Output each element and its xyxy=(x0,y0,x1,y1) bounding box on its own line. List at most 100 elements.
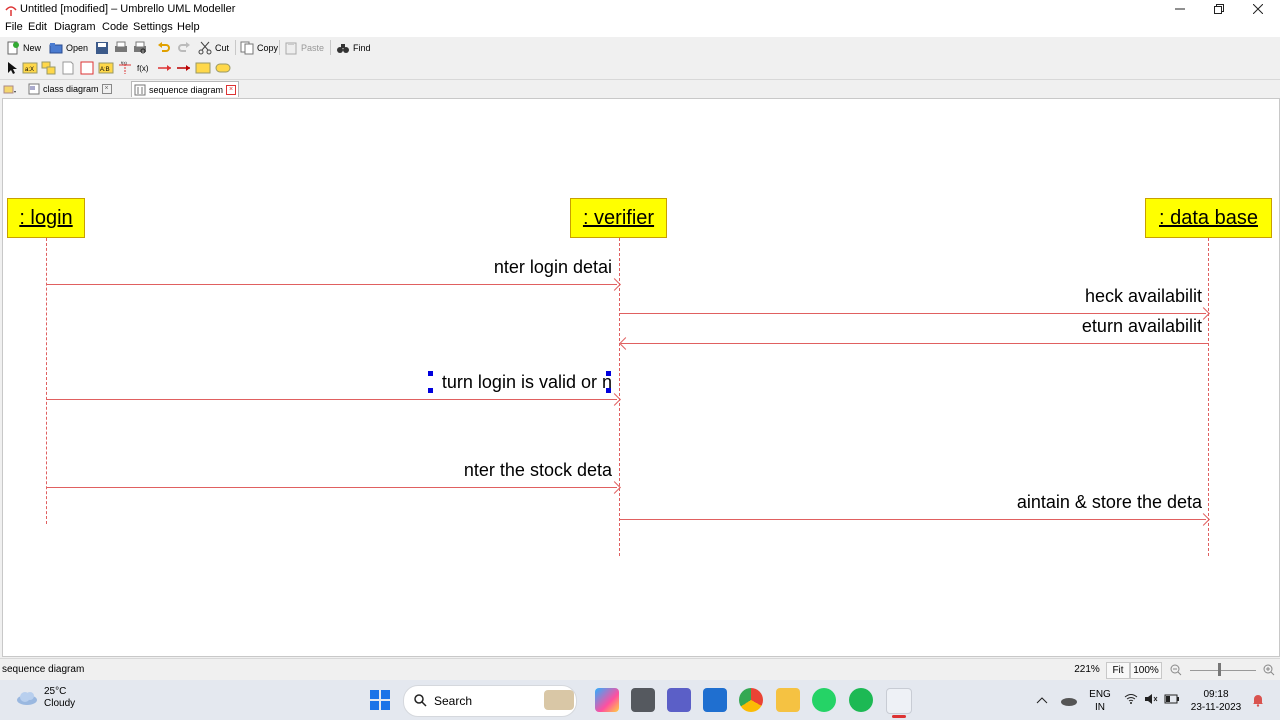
print-preview-icon[interactable] xyxy=(133,41,147,55)
new-tab-icon[interactable] xyxy=(3,83,17,95)
menu-help[interactable]: Help xyxy=(177,21,200,33)
tab-sequence-diagram[interactable]: sequence diagram × xyxy=(131,81,240,97)
message-label[interactable]: nter the stock deta xyxy=(443,460,612,481)
note-tool-icon[interactable] xyxy=(60,61,76,75)
paste-button[interactable]: Paste xyxy=(284,39,324,56)
weather-widget[interactable]: 25°C Cloudy xyxy=(16,686,75,710)
menu-edit[interactable]: Edit xyxy=(28,21,47,33)
comment-tool-icon[interactable] xyxy=(195,61,211,75)
microsoft-store-icon[interactable] xyxy=(703,688,727,712)
paste-label: Paste xyxy=(301,42,325,53)
message-line[interactable] xyxy=(46,284,617,285)
lifeline-login[interactable] xyxy=(46,238,47,524)
task-view-icon[interactable] xyxy=(631,688,655,712)
restore-icon xyxy=(1214,4,1224,14)
redo-icon[interactable] xyxy=(177,41,191,55)
actor-tool-icon[interactable] xyxy=(41,61,57,75)
new-file-icon xyxy=(7,41,19,54)
svg-text:f(x): f(x) xyxy=(121,61,127,65)
object-name: : data base xyxy=(1159,206,1258,229)
restore-button[interactable] xyxy=(1200,0,1238,20)
whatsapp-icon[interactable] xyxy=(812,688,836,712)
zoom-out-icon[interactable] xyxy=(1170,664,1182,676)
message-label[interactable]: nter login detai xyxy=(441,257,612,278)
function-tool-icon[interactable]: f(x) xyxy=(137,61,153,75)
weather-temperature: 25°C xyxy=(44,686,67,697)
message-label[interactable]: eturn availabilit xyxy=(1043,316,1202,337)
message-line[interactable] xyxy=(621,343,1208,344)
object-name: : verifier xyxy=(582,206,655,229)
selection-handle[interactable] xyxy=(428,388,433,393)
state-tool-icon[interactable] xyxy=(215,61,231,75)
message-label-selected[interactable]: turn login is valid or n xyxy=(427,372,612,393)
close-tab-icon[interactable]: × xyxy=(101,83,112,94)
copy-button[interactable]: Copy xyxy=(240,39,278,56)
message-line[interactable] xyxy=(46,399,617,400)
menu-code[interactable]: Code xyxy=(102,21,128,33)
menu-diagram[interactable]: Diagram xyxy=(54,21,96,33)
diagram-canvas[interactable]: : login : verifier : data base nter logi… xyxy=(2,98,1280,657)
language-indicator[interactable]: ENG IN xyxy=(1088,688,1112,714)
message-line[interactable] xyxy=(46,487,617,488)
minimize-icon xyxy=(1175,8,1185,10)
object-tool-icon[interactable]: a:X xyxy=(22,61,38,75)
selection-handle[interactable] xyxy=(606,371,611,376)
close-tab-icon[interactable]: × xyxy=(226,84,237,95)
selection-handle[interactable] xyxy=(428,371,433,376)
onedrive-cloud-icon[interactable] xyxy=(1060,694,1078,706)
notification-bell-icon[interactable] xyxy=(1251,693,1265,707)
zoom-slider[interactable] xyxy=(1190,670,1256,671)
zoom-in-icon[interactable] xyxy=(1263,664,1275,676)
windows-start-icon[interactable] xyxy=(369,689,391,711)
teams-icon[interactable] xyxy=(667,688,691,712)
lifeline-tool-icon[interactable]: f(x) xyxy=(117,61,133,75)
open-folder-icon xyxy=(49,42,63,53)
spotify-icon[interactable] xyxy=(849,688,873,712)
close-button[interactable] xyxy=(1239,0,1277,20)
chevron-up-icon[interactable] xyxy=(1036,695,1048,705)
open-button[interactable]: Open xyxy=(49,39,88,56)
clock[interactable]: 09:18 23-11-2023 xyxy=(1188,688,1244,714)
object-login[interactable]: : login xyxy=(7,198,85,238)
volume-muted-icon[interactable] xyxy=(1144,693,1158,705)
sync-message-tool-icon[interactable] xyxy=(157,61,173,75)
menu-file[interactable]: File xyxy=(5,21,23,33)
message-label[interactable]: aintain & store the deta xyxy=(1012,492,1202,513)
new-button[interactable]: New xyxy=(6,39,41,56)
select-arrow-icon[interactable] xyxy=(4,61,20,75)
selection-handle[interactable] xyxy=(606,388,611,393)
minimize-button[interactable] xyxy=(1161,0,1199,20)
tab-class-diagram[interactable]: class diagram × xyxy=(26,81,114,96)
message-label[interactable]: heck availabilit xyxy=(1043,286,1202,307)
lifeline-data-base[interactable] xyxy=(1208,238,1209,556)
object-data-base[interactable]: : data base xyxy=(1145,198,1272,238)
message-line[interactable] xyxy=(619,519,1206,520)
diagram-tab-bar: class diagram × sequence diagram × xyxy=(0,80,1280,97)
zoom-slider-handle[interactable] xyxy=(1218,663,1221,676)
clock-time: 09:18 xyxy=(1203,689,1229,700)
zoom-100-button[interactable]: 100% xyxy=(1130,662,1162,679)
find-button[interactable]: Find xyxy=(336,39,371,56)
print-icon[interactable] xyxy=(114,41,128,55)
file-explorer-icon[interactable] xyxy=(776,688,800,712)
battery-icon[interactable] xyxy=(1164,694,1180,704)
chrome-icon[interactable] xyxy=(739,688,763,712)
async-message-tool-icon[interactable] xyxy=(176,61,192,75)
menu-settings[interactable]: Settings xyxy=(133,21,173,33)
box-tool-icon[interactable] xyxy=(79,61,95,75)
wifi-icon[interactable] xyxy=(1124,693,1138,705)
sequence-diagram-icon xyxy=(134,84,146,95)
fit-button[interactable]: Fit xyxy=(1106,662,1130,679)
undo-icon[interactable] xyxy=(157,41,171,55)
cut-button[interactable]: Cut xyxy=(198,39,229,56)
message-line[interactable] xyxy=(619,313,1206,314)
class-diagram-icon xyxy=(28,83,40,94)
object-verifier[interactable]: : verifier xyxy=(570,198,667,238)
menu-bar: File Edit Diagram Code Settings Help xyxy=(0,20,1280,37)
cut-label: Cut xyxy=(215,42,230,53)
umbrello-taskbar-icon[interactable] xyxy=(886,688,912,714)
save-icon[interactable] xyxy=(95,41,109,55)
taskbar-search-box[interactable]: Search xyxy=(403,685,577,717)
copilot-icon[interactable] xyxy=(595,688,619,712)
text-tool-icon[interactable]: A:B xyxy=(98,61,114,75)
